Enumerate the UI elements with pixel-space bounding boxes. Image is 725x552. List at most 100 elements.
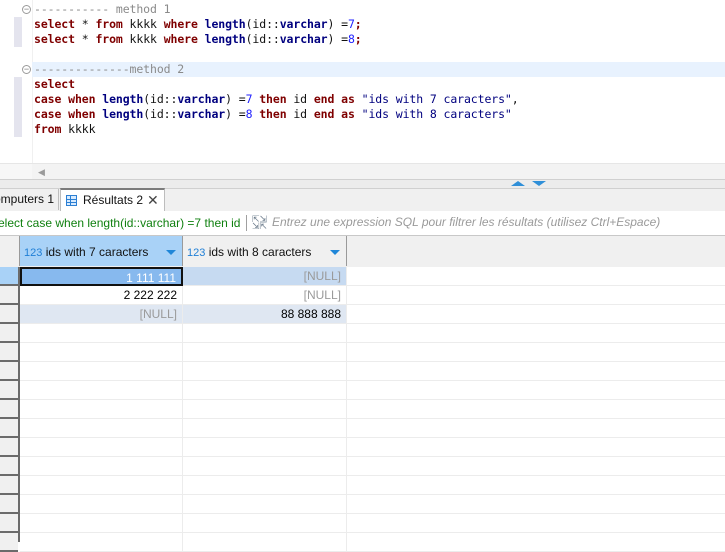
table-cell[interactable] — [20, 476, 183, 495]
table-cell[interactable]: [NULL] — [20, 305, 183, 324]
table-cell[interactable] — [183, 457, 347, 476]
table-row[interactable] — [0, 457, 725, 476]
table-cell[interactable] — [183, 324, 347, 343]
table-cell[interactable] — [20, 419, 183, 438]
expand-filter-icon[interactable]: ⇱⇲ ⇲⇱ — [252, 215, 267, 231]
table-cell[interactable] — [20, 324, 183, 343]
table-cell[interactable] — [20, 438, 183, 457]
maximize-results-arrow-icon[interactable] — [532, 181, 546, 186]
tab-label: Résultats 2 — [83, 193, 144, 207]
editor-horizontal-scrollbar[interactable]: ◀ — [0, 163, 725, 180]
sql-editor[interactable]: − ----------- method 1 select * from kkk… — [0, 0, 725, 163]
grid-corner[interactable] — [0, 236, 19, 267]
code-comment-method2: --------------method 2 — [32, 62, 725, 77]
numeric-type-icon: 123 — [24, 247, 43, 259]
table-cell[interactable] — [183, 514, 347, 533]
table-row[interactable] — [0, 362, 725, 381]
table-row[interactable] — [0, 438, 725, 457]
table-row[interactable] — [0, 381, 725, 400]
table-row[interactable] — [0, 400, 725, 419]
empty-area — [347, 324, 725, 343]
table-cell[interactable] — [20, 362, 183, 381]
table-cell[interactable] — [183, 381, 347, 400]
table-cell[interactable] — [20, 514, 183, 533]
tab-computers-1[interactable]: omputers 1 — [0, 189, 60, 210]
sort-dropdown-icon[interactable] — [166, 250, 176, 255]
row-header[interactable] — [0, 324, 18, 343]
row-header[interactable] — [0, 514, 18, 533]
table-row[interactable]: [NULL] 88 888 888 — [0, 305, 725, 324]
table-cell[interactable] — [183, 343, 347, 362]
row-header[interactable] — [0, 343, 18, 362]
code-line-query-1: select * from kkkk where length(id::varc… — [34, 17, 362, 31]
code-line-select: select — [34, 77, 75, 91]
empty-area — [347, 419, 725, 438]
table-cell[interactable] — [183, 362, 347, 381]
empty-area — [347, 457, 725, 476]
table-row[interactable] — [0, 495, 725, 514]
code-comment-method1: ----------- method 1 — [34, 2, 171, 16]
row-header[interactable] — [0, 267, 18, 286]
table-cell[interactable] — [183, 419, 347, 438]
table-cell[interactable] — [20, 457, 183, 476]
table-row[interactable] — [0, 476, 725, 495]
table-cell[interactable]: 1 111 111 — [20, 267, 183, 286]
table-row[interactable] — [0, 533, 725, 552]
column-name: ids with 7 caracters — [45, 245, 149, 259]
table-cell[interactable]: [NULL] — [183, 267, 347, 286]
code-line-case-8: case when length(id::varchar) =8 then id… — [34, 107, 512, 121]
fold-collapse-icon[interactable]: − — [22, 5, 31, 14]
tab-resultats-2[interactable]: Résultats 2 ✕ — [60, 188, 165, 211]
table-cell[interactable] — [183, 476, 347, 495]
row-header[interactable] — [0, 495, 18, 514]
code-line-query-2: select * from kkkk where length(id::varc… — [34, 32, 362, 46]
empty-area — [347, 267, 725, 286]
empty-area — [347, 495, 725, 514]
row-header[interactable] — [0, 400, 18, 419]
scroll-left-arrow-icon[interactable]: ◀ — [38, 167, 45, 178]
row-header[interactable] — [0, 438, 18, 457]
fold-range-method1 — [14, 17, 22, 47]
fold-collapse-icon[interactable]: − — [22, 65, 31, 74]
row-header[interactable] — [0, 457, 18, 476]
table-cell[interactable] — [20, 495, 183, 514]
separator — [246, 215, 247, 231]
row-header[interactable] — [0, 362, 18, 381]
close-tab-icon[interactable]: ✕ — [147, 190, 159, 211]
table-row[interactable] — [0, 324, 725, 343]
table-cell[interactable]: 2 222 222 — [20, 286, 183, 305]
table-row[interactable] — [0, 343, 725, 362]
table-cell[interactable] — [183, 533, 347, 552]
table-grid-icon — [66, 195, 77, 206]
table-cell[interactable] — [183, 400, 347, 419]
row-header[interactable] — [0, 476, 18, 495]
table-cell[interactable] — [20, 343, 183, 362]
empty-area — [347, 286, 725, 305]
table-cell[interactable]: [NULL] — [183, 286, 347, 305]
column-header-ids-7[interactable]: 123 ids with 7 caracters — [19, 236, 183, 266]
filter-expression-input[interactable] — [272, 213, 717, 231]
empty-area — [347, 514, 725, 533]
maximize-editor-arrow-icon[interactable] — [511, 181, 525, 186]
table-cell[interactable] — [183, 495, 347, 514]
row-header[interactable] — [0, 533, 18, 552]
sort-dropdown-icon[interactable] — [330, 250, 340, 255]
table-cell[interactable] — [20, 400, 183, 419]
empty-area — [347, 438, 725, 457]
table-row[interactable] — [0, 419, 725, 438]
empty-area — [347, 305, 725, 324]
row-header[interactable] — [0, 305, 18, 324]
row-header[interactable] — [0, 286, 18, 305]
table-row[interactable]: 1 111 111 [NULL] — [0, 267, 725, 286]
table-row[interactable] — [0, 514, 725, 533]
numeric-type-icon: 123 — [187, 247, 206, 259]
table-cell[interactable] — [20, 533, 183, 552]
table-row[interactable]: 2 222 222 [NULL] — [0, 286, 725, 305]
column-header-ids-8[interactable]: 123 ids with 8 caracters — [183, 236, 347, 266]
table-cell[interactable] — [20, 381, 183, 400]
table-cell[interactable]: 88 888 888 — [183, 305, 347, 324]
executed-query-text: elect case when length(id::varchar) =7 t… — [0, 216, 244, 230]
table-cell[interactable] — [183, 438, 347, 457]
row-header[interactable] — [0, 419, 18, 438]
row-header[interactable] — [0, 381, 18, 400]
